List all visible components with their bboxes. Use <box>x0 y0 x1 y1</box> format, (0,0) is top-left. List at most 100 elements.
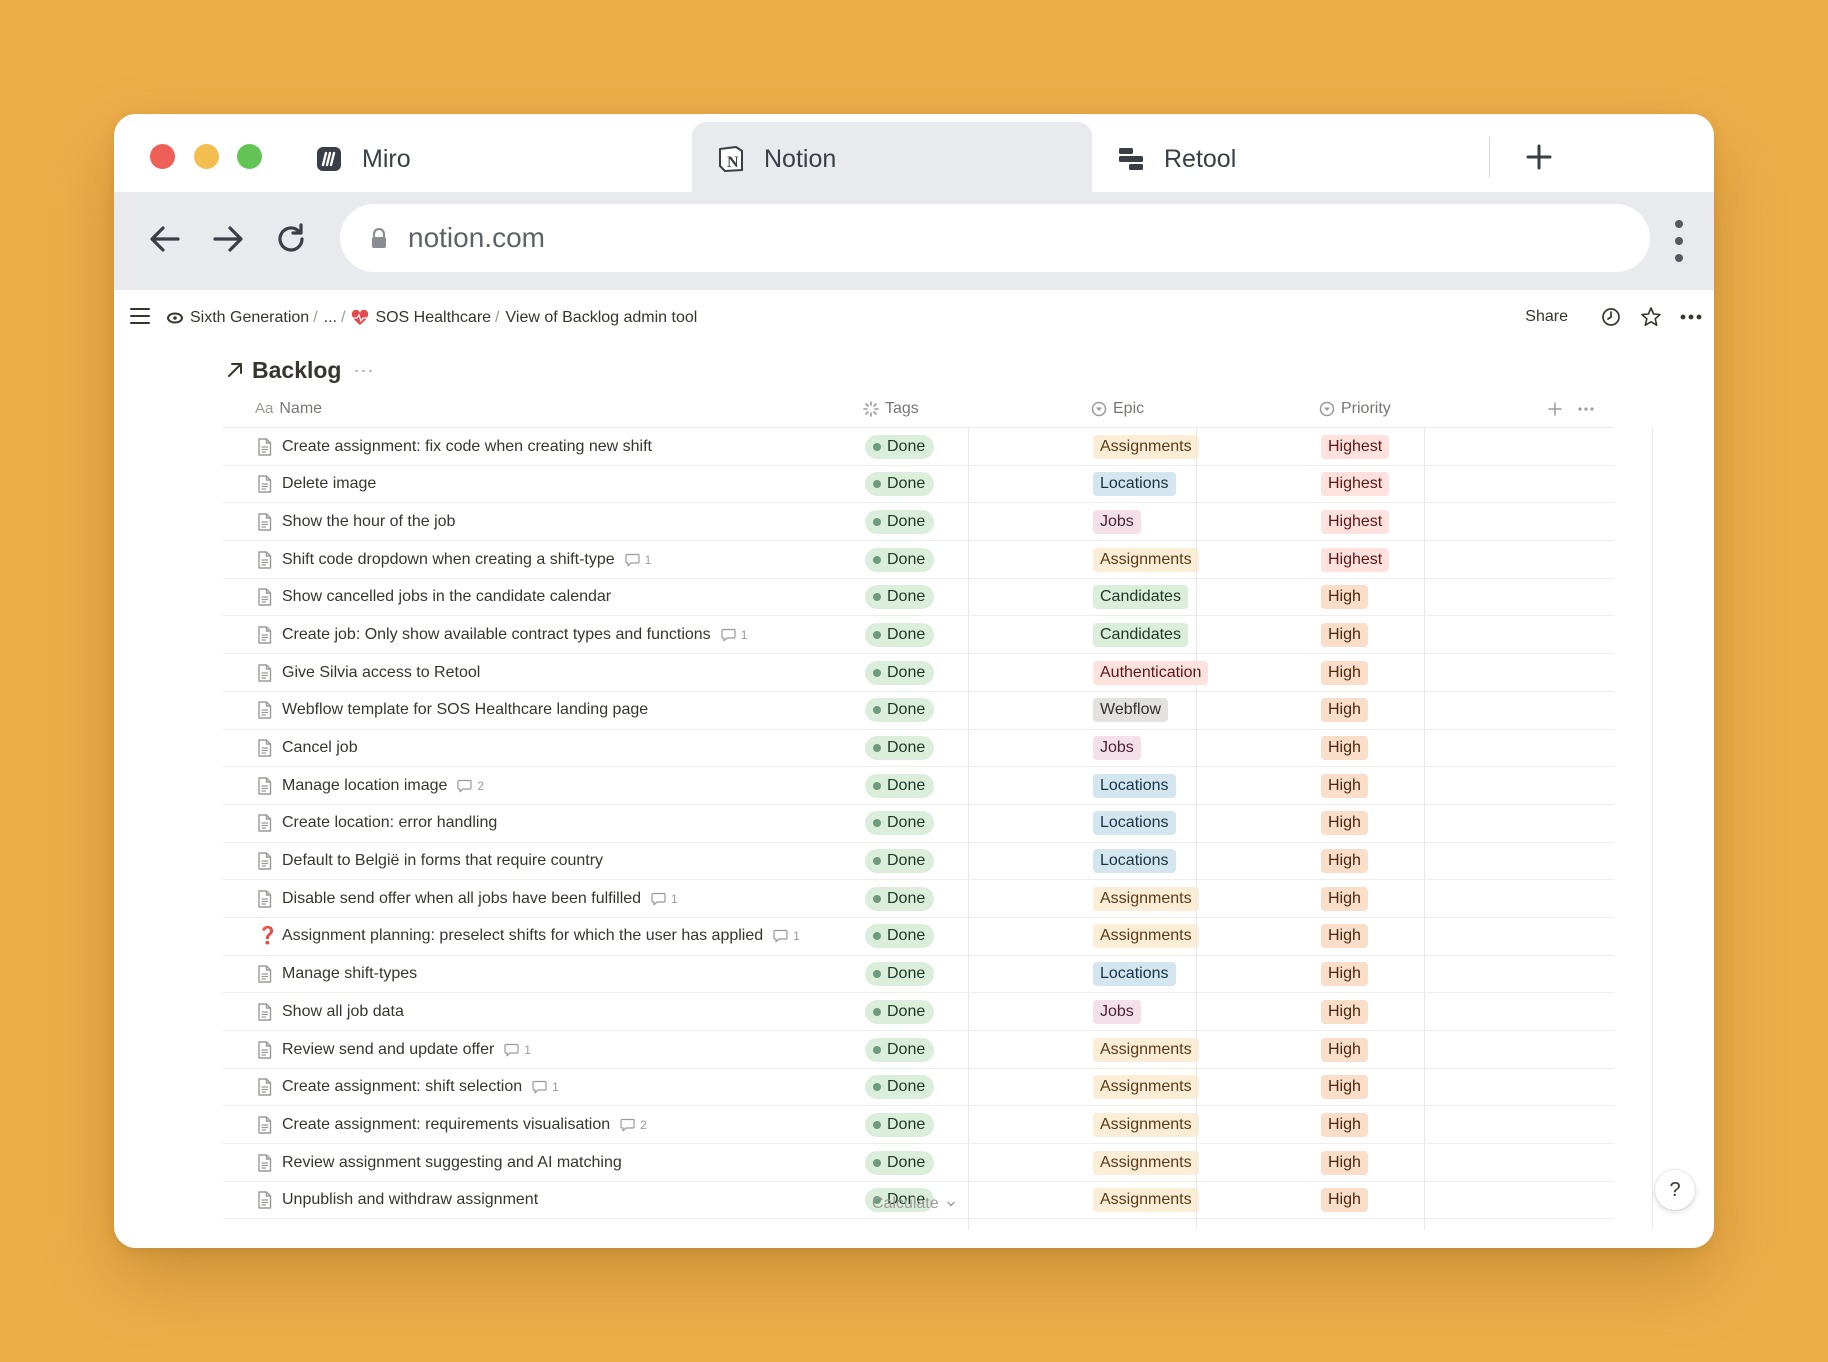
column-header-epic[interactable]: Epic <box>1091 390 1144 427</box>
close-window-button[interactable] <box>150 144 175 169</box>
new-tab-button[interactable] <box>1514 132 1564 182</box>
forward-button[interactable] <box>203 214 253 264</box>
row-epic-cell[interactable]: Candidates <box>1093 579 1188 616</box>
comment-count[interactable]: 1 <box>773 929 800 943</box>
row-epic-cell[interactable]: Locations <box>1093 843 1176 880</box>
row-tags-cell[interactable]: Done <box>865 466 935 503</box>
row-priority-cell[interactable]: High <box>1321 880 1368 917</box>
row-epic-cell[interactable]: Jobs <box>1093 993 1141 1030</box>
row-priority-cell[interactable]: Highest <box>1321 428 1390 465</box>
row-epic-cell[interactable]: Assignments <box>1093 428 1199 465</box>
row-priority-cell[interactable]: High <box>1321 918 1368 955</box>
row-priority-cell[interactable]: High <box>1321 956 1368 993</box>
table-row[interactable]: Create assignment: shift selection 1 Done A… <box>223 1069 1614 1107</box>
row-priority-cell[interactable]: High <box>1321 1069 1368 1106</box>
tab-retool[interactable]: Retool <box>1116 122 1476 196</box>
row-priority-cell[interactable]: High <box>1321 1144 1368 1181</box>
comment-count[interactable]: 1 <box>504 1043 531 1057</box>
row-epic-cell[interactable]: Locations <box>1093 466 1176 503</box>
row-priority-cell[interactable]: High <box>1321 730 1368 767</box>
row-priority-cell[interactable]: High <box>1321 1106 1368 1143</box>
column-header-name[interactable]: Aa Name <box>255 390 322 427</box>
comment-count[interactable]: 1 <box>625 553 651 567</box>
row-name-cell[interactable]: Create assignment: requirements visualis… <box>257 1106 847 1143</box>
row-tags-cell[interactable]: Done <box>865 1031 935 1068</box>
row-epic-cell[interactable]: Locations <box>1093 805 1176 842</box>
row-name-cell[interactable]: Create assignment: fix code when creatin… <box>257 428 847 465</box>
share-button[interactable]: Share <box>1525 308 1568 326</box>
comment-count[interactable]: 1 <box>721 628 747 642</box>
table-row[interactable]: Create job: Only show available contract… <box>223 616 1614 655</box>
table-row[interactable]: Webflow template for SOS Healthcare land… <box>223 692 1614 730</box>
database-more-button[interactable]: ··· <box>353 360 374 381</box>
table-row[interactable]: Create assignment: requirements visualis… <box>223 1106 1614 1145</box>
table-row[interactable]: Create location: error handling Done Locat… <box>223 805 1614 843</box>
help-button[interactable]: ? <box>1655 1170 1695 1210</box>
breadcrumb-item-view[interactable]: View of Backlog admin tool <box>506 309 698 327</box>
row-name-cell[interactable]: Review send and update offer 1 <box>257 1031 847 1068</box>
table-row[interactable]: Shift code dropdown when creating a shif… <box>223 541 1614 579</box>
comment-count[interactable]: 2 <box>620 1118 647 1132</box>
row-epic-cell[interactable]: Assignments <box>1093 918 1199 955</box>
row-tags-cell[interactable]: Done <box>865 918 935 955</box>
row-name-cell[interactable]: Create job: Only show available contract… <box>257 616 847 653</box>
row-name-cell[interactable]: Give Silvia access to Retool <box>257 654 847 691</box>
table-row[interactable]: Default to België in forms that require … <box>223 843 1614 881</box>
table-row[interactable]: Show all job data Done Jobs High <box>223 993 1614 1031</box>
row-epic-cell[interactable]: Locations <box>1093 956 1176 993</box>
row-priority-cell[interactable]: Highest <box>1321 503 1390 540</box>
table-row-partial[interactable] <box>223 1219 1614 1231</box>
row-tags-cell[interactable]: Done <box>865 579 935 616</box>
row-tags-cell[interactable]: Done <box>865 503 935 540</box>
row-tags-cell[interactable]: Done <box>865 616 935 653</box>
table-row[interactable]: ❓ Assignment planning: preselect shifts f… <box>223 918 1614 956</box>
row-epic-cell[interactable]: Assignments <box>1093 1069 1199 1106</box>
table-row[interactable]: Review send and update offer 1 Done Assignm… <box>223 1031 1614 1069</box>
row-name-cell[interactable]: Cancel job <box>257 730 847 767</box>
more-options-icon[interactable] <box>1678 304 1704 330</box>
row-priority-cell[interactable]: High <box>1321 654 1368 691</box>
row-epic-cell[interactable]: Candidates <box>1093 616 1188 653</box>
row-name-cell[interactable]: Delete image <box>257 466 847 503</box>
row-epic-cell[interactable]: Assignments <box>1093 541 1199 578</box>
row-priority-cell[interactable]: High <box>1321 843 1368 880</box>
table-row[interactable]: Disable send offer when all jobs have be… <box>223 880 1614 918</box>
row-tags-cell[interactable]: Done <box>865 880 935 917</box>
row-name-cell[interactable]: Manage location image 2 <box>257 767 847 804</box>
star-icon[interactable] <box>1638 304 1664 330</box>
row-tags-cell[interactable]: Done <box>865 541 935 578</box>
row-name-cell[interactable]: Show cancelled jobs in the candidate cal… <box>257 579 847 616</box>
row-name-cell[interactable]: Review assignment suggesting and AI matc… <box>257 1144 847 1181</box>
row-epic-cell[interactable]: Locations <box>1093 767 1176 804</box>
row-priority-cell[interactable]: Highest <box>1321 541 1390 578</box>
row-tags-cell[interactable]: Done <box>865 428 935 465</box>
breadcrumb-item-workspace[interactable]: Sixth Generation <box>166 309 309 327</box>
row-tags-cell[interactable]: Done <box>865 730 935 767</box>
back-button[interactable] <box>140 214 190 264</box>
row-name-cell[interactable]: Default to België in forms that require … <box>257 843 847 880</box>
table-row[interactable]: Review assignment suggesting and AI matc… <box>223 1144 1614 1182</box>
row-name-cell[interactable]: ❓ Assignment planning: preselect shifts f… <box>257 918 847 955</box>
column-options-button[interactable] <box>1578 390 1594 427</box>
row-priority-cell[interactable]: High <box>1321 993 1368 1030</box>
row-tags-cell[interactable]: Done <box>865 654 935 691</box>
minimize-window-button[interactable] <box>194 144 219 169</box>
row-epic-cell[interactable]: Assignments <box>1093 1106 1199 1143</box>
row-name-cell[interactable]: Disable send offer when all jobs have be… <box>257 880 847 917</box>
row-priority-cell[interactable]: High <box>1321 692 1368 729</box>
table-row[interactable]: Delete image Done Locations Highest <box>223 466 1614 504</box>
sidebar-toggle-icon[interactable] <box>130 308 150 324</box>
row-priority-cell[interactable]: High <box>1321 767 1368 804</box>
row-priority-cell[interactable]: High <box>1321 805 1368 842</box>
browser-menu-button[interactable] <box>1667 220 1691 262</box>
table-row[interactable]: Manage shift-types Done Locations High <box>223 956 1614 994</box>
row-priority-cell[interactable]: High <box>1321 579 1368 616</box>
row-epic-cell[interactable]: Assignments <box>1093 880 1199 917</box>
row-epic-cell[interactable]: Jobs <box>1093 503 1141 540</box>
row-epic-cell[interactable]: Webflow <box>1093 692 1169 729</box>
breadcrumb-item-sos-healthcare[interactable]: SOS Healthcare <box>351 309 491 327</box>
breadcrumb-item-ellipsis[interactable]: ... <box>324 309 337 327</box>
table-row[interactable]: Give Silvia access to Retool Done Authenti… <box>223 654 1614 692</box>
row-name-cell[interactable]: Webflow template for SOS Healthcare land… <box>257 692 847 729</box>
row-priority-cell[interactable]: High <box>1321 1031 1368 1068</box>
